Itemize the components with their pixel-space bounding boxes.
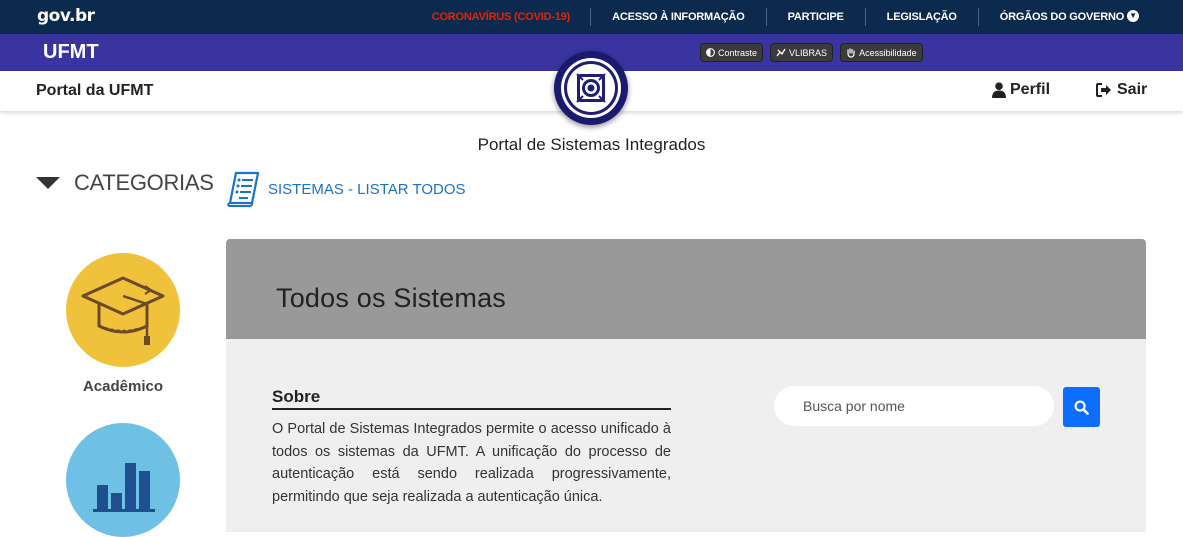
perfil-label: Perfil [1010, 81, 1051, 98]
vlibras-label: VLIBRAS [789, 47, 828, 58]
sobre-section: Sobre O Portal de Sistemas Integrados pe… [272, 387, 671, 508]
gov-logo[interactable]: gov.br [37, 6, 95, 26]
gov-link-acesso-informacao[interactable]: ACESSO À INFORMAÇÃO [590, 8, 765, 26]
sign-language-icon [776, 48, 786, 56]
sair-label: Sair [1117, 81, 1148, 98]
category-relatorios-circle [66, 423, 180, 537]
chevron-down-icon: ▼ [1127, 10, 1139, 23]
sair-button[interactable]: Sair [1096, 81, 1147, 99]
category-academico[interactable]: Acadêmico [66, 253, 180, 395]
gov-link-participe[interactable]: PARTICIPE [765, 8, 865, 26]
category-relatorios[interactable] [66, 423, 180, 537]
search-input[interactable] [774, 386, 1054, 426]
brand-ufmt[interactable]: UFMT [43, 41, 99, 64]
gov-links: CORONAVÍRUS (COVID-19) ACESSO À INFORMAÇ… [411, 0, 1145, 34]
graduation-cap-icon [81, 276, 165, 345]
document-list-icon [227, 171, 260, 207]
contrast-button[interactable]: Contraste [700, 43, 764, 62]
gov-bar: gov.br CORONAVÍRUS (COVID-19) ACESSO À I… [0, 0, 1183, 34]
accessibility-button[interactable]: Acessibilidade [840, 43, 923, 62]
user-icon [992, 82, 1006, 98]
sobre-text: O Portal de Sistemas Integrados permite … [272, 421, 671, 505]
accessibility-label: Acessibilidade [859, 47, 917, 58]
caret-down-icon [36, 177, 60, 189]
panel-title: Todos os Sistemas [276, 283, 506, 313]
contrast-label: Contraste [718, 47, 758, 58]
ufmt-emblem-logo [554, 51, 628, 125]
listar-todos-label: SISTEMAS - LISTAR TODOS [268, 180, 466, 198]
search-button[interactable] [1063, 387, 1100, 427]
hand-icon [847, 47, 855, 58]
categorias-label: CATEGORIAS [74, 170, 214, 195]
contrast-icon [706, 48, 715, 57]
perfil-button[interactable]: Perfil [992, 81, 1050, 99]
accessibility-toolbar: Contraste VLIBRAS Acessibilidade [700, 43, 923, 62]
gov-link-orgaos[interactable]: ÓRGÃOS DO GOVERNO ▼ [977, 8, 1145, 26]
gov-link-orgaos-label: ÓRGÃOS DO GOVERNO [999, 11, 1125, 23]
gov-link-covid[interactable]: CORONAVÍRUS (COVID-19) [411, 8, 590, 26]
category-academico-label: Acadêmico [82, 378, 164, 395]
vlibras-button[interactable]: VLIBRAS [770, 43, 834, 62]
bar-chart-icon [93, 463, 155, 512]
category-academico-circle [66, 253, 180, 367]
search-icon [1074, 400, 1089, 415]
categorias-toggle[interactable]: CATEGORIAS [36, 170, 214, 196]
sobre-title: Sobre [272, 387, 671, 410]
listar-todos-link[interactable]: SISTEMAS - LISTAR TODOS [226, 170, 466, 208]
gov-link-legislacao[interactable]: LEGISLAÇÃO [864, 8, 978, 26]
portal-ufmt-link[interactable]: Portal da UFMT [36, 82, 153, 100]
panel-header: Todos os Sistemas [226, 239, 1146, 339]
page-title: Portal de Sistemas Integrados [477, 135, 706, 154]
sign-out-icon [1096, 83, 1111, 97]
